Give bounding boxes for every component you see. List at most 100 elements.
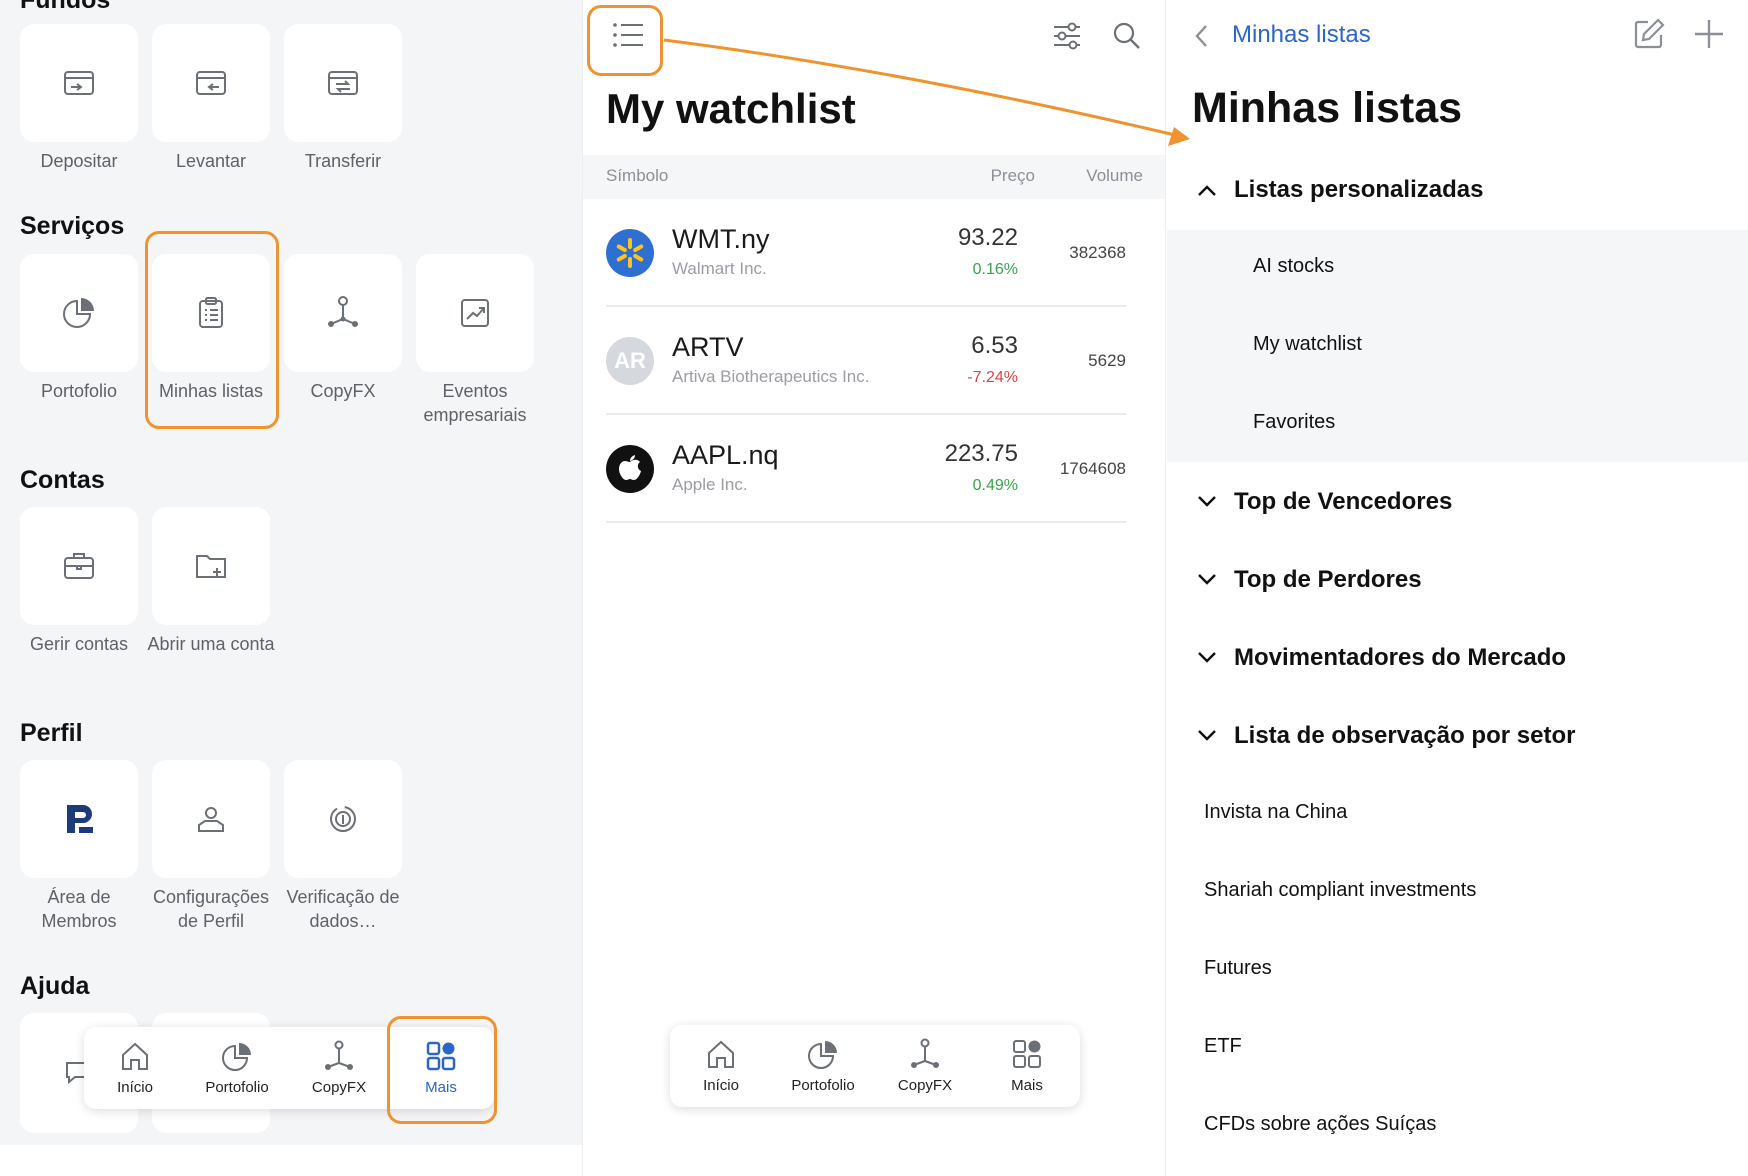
tutorial-composite: Fundos Depositar Levantar Transferir Ser… — [0, 0, 1748, 1176]
group-label: Top de Perdores — [1234, 566, 1422, 593]
data-verification-button[interactable] — [284, 760, 402, 878]
nav-portfolio-label: Portofolio — [791, 1077, 855, 1094]
nav-portfolio[interactable]: Portofolio — [772, 1025, 874, 1107]
row-price: 6.53 — [971, 332, 1018, 359]
search-button[interactable] — [1111, 20, 1143, 52]
portfolio-service-label: Portofolio — [40, 381, 118, 401]
chevron-down-icon — [1198, 496, 1216, 507]
column-symbol[interactable]: Símbolo — [606, 166, 668, 186]
search-icon — [1113, 22, 1140, 49]
add-list-button[interactable] — [1692, 17, 1726, 51]
nav-home-label: Início — [117, 1079, 153, 1096]
nav-copyfx[interactable]: CopyFX — [874, 1025, 976, 1107]
nav-copyfx[interactable]: CopyFX — [288, 1027, 390, 1109]
group-sector-watchlist[interactable]: Lista de observação por setor — [1167, 698, 1748, 776]
nav-more[interactable]: Mais — [976, 1025, 1078, 1107]
group-label: Movimentadores do Mercado — [1234, 644, 1567, 671]
table-header: Símbolo Preço Volume — [583, 155, 1165, 199]
group-label: Lista de observação por setor — [1234, 722, 1576, 749]
section-title-accounts: Contas — [20, 466, 105, 494]
grid-icon — [1013, 1040, 1041, 1068]
briefcase-icon — [64, 553, 94, 579]
back-button[interactable] — [1192, 22, 1212, 50]
lists-menu-highlight — [587, 5, 663, 76]
corporate-events-label: Eventos empresariais — [423, 381, 527, 425]
row-change: -7.24% — [967, 369, 1018, 386]
group-label: Top de Vencedores — [1234, 488, 1453, 515]
list-item[interactable]: ETF — [1204, 1035, 1242, 1058]
deposit-label: Depositar — [40, 151, 118, 171]
nav-home[interactable]: Início — [670, 1025, 772, 1107]
withdraw-button[interactable] — [152, 24, 270, 142]
edit-button[interactable] — [1632, 17, 1666, 51]
open-account-label: Abrir uma conta — [147, 634, 275, 654]
deposit-button[interactable] — [20, 24, 138, 142]
my-lists-panel: Minhas listas Minhas listas Listas perso… — [1167, 0, 1748, 1176]
table-row[interactable]: WMT.ny Walmart Inc. 93.22 0.16% 382368 — [606, 199, 1126, 307]
wallet-out-icon — [196, 71, 226, 95]
list-item[interactable]: Shariah compliant investments — [1204, 879, 1476, 902]
list-item[interactable]: AI stocks — [1253, 255, 1334, 278]
nav-more-label: Mais — [1011, 1077, 1043, 1094]
profile-settings-label: Configurações de Perfil — [152, 887, 270, 931]
group-market-movers[interactable]: Movimentadores do Mercado — [1167, 620, 1748, 698]
corporate-events-button[interactable] — [416, 254, 534, 372]
nav-home-label: Início — [703, 1077, 739, 1094]
open-account-button[interactable] — [152, 507, 270, 625]
row-company-name: Apple Inc. — [672, 475, 748, 494]
column-volume[interactable]: Volume — [1086, 166, 1143, 186]
row-volume: 1764608 — [1059, 459, 1126, 478]
brand-logo-icon — [67, 805, 93, 833]
transfer-label: Transferir — [304, 151, 382, 171]
row-company-name: Artiva Biotherapeutics Inc. — [672, 367, 870, 386]
member-area-label: Área de Membros — [41, 887, 117, 931]
section-title-profile: Perfil — [20, 719, 83, 747]
nav-copyfx-label: CopyFX — [311, 1079, 367, 1096]
page-title: My watchlist — [606, 85, 856, 132]
table-row[interactable]: AR ARTV Artiva Biotherapeutics Inc. 6.53… — [606, 307, 1126, 415]
network-icon — [328, 296, 358, 327]
section-title-help: Ajuda — [20, 972, 90, 1000]
portfolio-service-button[interactable] — [20, 254, 138, 372]
nav-portfolio-label: Portofolio — [205, 1079, 269, 1096]
row-company-name: Walmart Inc. — [672, 259, 767, 278]
folder-plus-icon — [196, 555, 226, 578]
wallet-transfer-icon — [328, 71, 358, 95]
nav-portfolio[interactable]: Portofolio — [186, 1027, 288, 1109]
row-change: 0.49% — [972, 477, 1018, 494]
apple-logo-icon — [606, 445, 654, 493]
list-item[interactable]: Futures — [1204, 957, 1272, 980]
table-row[interactable]: AAPL.nq Apple Inc. 223.75 0.49% 1764608 — [606, 415, 1126, 523]
network-icon — [325, 1040, 353, 1070]
bottom-nav-bar: Início Portofolio CopyFX Mais — [670, 1025, 1080, 1107]
group-custom-lists[interactable]: Listas personalizadas — [1167, 152, 1748, 230]
section-title-funds: Fundos — [20, 0, 111, 14]
page-title: Minhas listas — [1192, 84, 1463, 132]
member-area-button[interactable] — [20, 760, 138, 878]
list-item[interactable]: CFDs sobre ações Suíças — [1204, 1113, 1436, 1136]
plus-icon — [1695, 20, 1723, 48]
copyfx-service-button[interactable] — [284, 254, 402, 372]
column-price[interactable]: Preço — [991, 166, 1035, 186]
manage-accounts-button[interactable] — [20, 507, 138, 625]
filter-button[interactable] — [1051, 20, 1083, 52]
pie-chart-icon — [808, 1041, 837, 1069]
list-item[interactable]: My watchlist — [1253, 333, 1362, 356]
row-price: 223.75 — [944, 440, 1018, 467]
section-title-services: Serviços — [20, 212, 125, 240]
pie-chart-icon — [222, 1043, 251, 1071]
profile-settings-button[interactable] — [152, 760, 270, 878]
list-item[interactable]: Invista na China — [1204, 801, 1347, 824]
transfer-button[interactable] — [284, 24, 402, 142]
group-top-gainers[interactable]: Top de Vencedores — [1167, 464, 1748, 542]
group-top-losers[interactable]: Top de Perdores — [1167, 542, 1748, 620]
back-label[interactable]: Minhas listas — [1232, 21, 1371, 49]
nav-home[interactable]: Início — [84, 1027, 186, 1109]
user-settings-icon — [198, 807, 224, 832]
manage-accounts-label: Gerir contas — [29, 634, 129, 654]
my-lists-highlight — [145, 231, 279, 429]
chevron-up-icon — [1198, 185, 1216, 196]
row-symbol: ARTV — [672, 332, 744, 362]
list-item[interactable]: Favorites — [1253, 411, 1335, 434]
walmart-logo-icon — [606, 229, 654, 277]
